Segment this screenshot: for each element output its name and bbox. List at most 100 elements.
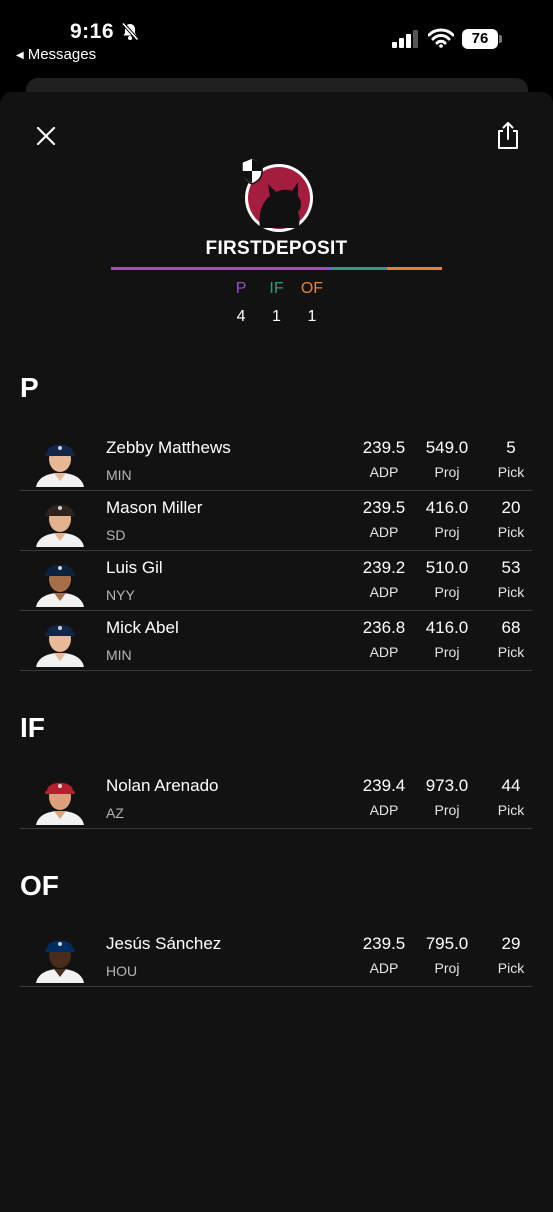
player-team: HOU <box>106 963 138 979</box>
adp-label: ADP <box>369 802 399 818</box>
pick-value: 29 <box>501 934 521 953</box>
proj-label: Proj <box>434 960 460 976</box>
position-label: IF <box>269 280 284 297</box>
position-count: 4 <box>236 308 246 325</box>
adp-label: ADP <box>369 464 399 480</box>
proj-stat: 510.0 Proj <box>416 558 478 600</box>
pick-stat: 20 Pick <box>484 498 538 540</box>
adp-label: ADP <box>369 644 399 660</box>
adp-label: ADP <box>369 584 399 600</box>
player-row[interactable]: Mick Abel MIN 236.8 ADP 416.0 Proj 68 Pick <box>20 610 532 671</box>
proj-label: Proj <box>434 584 460 600</box>
adp-stat: 239.2 ADP <box>354 558 414 600</box>
player-headshot-icon <box>36 564 84 607</box>
pick-label: Pick <box>497 584 525 600</box>
adp-value: 239.5 <box>362 934 406 953</box>
pick-label: Pick <box>497 960 525 976</box>
position-count-if: IF 1 <box>261 280 292 326</box>
cat-silhouette-logo-icon <box>241 157 313 232</box>
proj-value: 795.0 <box>425 934 469 953</box>
proj-value: 510.0 <box>425 558 469 577</box>
pick-value: 20 <box>501 498 521 517</box>
position-counts: P 4 IF 1 OF 1 <box>0 280 553 326</box>
pick-stat: 68 Pick <box>484 618 538 660</box>
player-team: NYY <box>106 587 135 603</box>
proj-stat: 416.0 Proj <box>416 498 478 540</box>
adp-value: 236.8 <box>362 618 406 637</box>
pick-label: Pick <box>497 644 525 660</box>
position-count-p: P 4 <box>226 280 257 326</box>
adp-value: 239.4 <box>362 776 406 795</box>
player-headshot-icon <box>36 444 84 487</box>
pick-stat: 44 Pick <box>484 776 538 818</box>
proj-value: 973.0 <box>425 776 469 795</box>
pick-stat: 29 Pick <box>484 934 538 976</box>
adp-stat: 239.5 ADP <box>354 934 414 976</box>
player-name: Zebby Matthews <box>106 438 231 457</box>
battery-nub <box>499 35 502 43</box>
pick-value: 53 <box>501 558 521 577</box>
adp-value: 239.5 <box>362 498 406 517</box>
position-bar-if-segment <box>331 267 387 270</box>
close-icon[interactable] <box>30 120 62 152</box>
back-to-messages-link[interactable]: ◀ Messages <box>16 46 96 63</box>
player-row[interactable]: Zebby Matthews MIN 239.5 ADP 549.0 Proj 5 Pick <box>20 430 532 491</box>
player-team: MIN <box>106 647 132 663</box>
adp-stat: 239.4 ADP <box>354 776 414 818</box>
player-row[interactable]: Jesús Sánchez HOU 239.5 ADP 795.0 Proj 29 Pick <box>20 926 532 987</box>
section-title-of: OF <box>20 870 59 901</box>
pick-label: Pick <box>497 802 525 818</box>
player-row[interactable]: Mason Miller SD 239.5 ADP 416.0 Proj 20 Pick <box>20 490 532 551</box>
pick-value: 44 <box>501 776 521 795</box>
status-time: 9:16 <box>70 20 115 43</box>
pick-value: 68 <box>501 618 521 637</box>
section-title-if: IF <box>20 712 45 743</box>
player-team: MIN <box>106 467 132 483</box>
proj-stat: 973.0 Proj <box>416 776 478 818</box>
back-label: Messages <box>27 46 97 63</box>
adp-value: 239.2 <box>362 558 406 577</box>
back-arrow-icon: ◀ <box>16 50 24 61</box>
player-name: Jesús Sánchez <box>106 934 222 953</box>
player-team: SD <box>106 527 126 543</box>
proj-label: Proj <box>434 644 460 660</box>
proj-value: 549.0 <box>425 438 469 457</box>
adp-stat: 239.5 ADP <box>354 438 414 480</box>
bell-slash-icon <box>121 22 139 41</box>
adp-label: ADP <box>369 960 399 976</box>
player-headshot-icon <box>36 624 84 667</box>
position-count-of: OF 1 <box>296 280 327 326</box>
player-headshot-icon <box>36 504 84 547</box>
status-bar: 9:16 ◀ Messages 76 <box>0 0 553 70</box>
position-bar-p-segment <box>111 267 332 270</box>
pick-stat: 53 Pick <box>484 558 538 600</box>
team-name: FIRSTDEPOSIT <box>205 238 348 259</box>
proj-stat: 549.0 Proj <box>416 438 478 480</box>
proj-stat: 416.0 Proj <box>416 618 478 660</box>
player-row[interactable]: Luis Gil NYY 239.2 ADP 510.0 Proj 53 Pick <box>20 550 532 611</box>
proj-label: Proj <box>434 524 460 540</box>
pick-label: Pick <box>497 524 525 540</box>
adp-stat: 236.8 ADP <box>354 618 414 660</box>
proj-label: Proj <box>434 464 460 480</box>
proj-value: 416.0 <box>425 498 469 517</box>
pick-label: Pick <box>497 464 525 480</box>
position-distribution-bar <box>111 267 442 270</box>
position-label: OF <box>300 280 324 297</box>
player-name: Mick Abel <box>106 618 179 637</box>
share-icon[interactable] <box>494 120 522 152</box>
adp-value: 239.5 <box>362 438 406 457</box>
adp-label: ADP <box>369 524 399 540</box>
player-name: Luis Gil <box>106 558 163 577</box>
battery-indicator: 76 <box>462 29 498 49</box>
pick-value: 5 <box>506 438 516 457</box>
pick-stat: 5 Pick <box>484 438 538 480</box>
section-title-p: P <box>20 372 39 403</box>
proj-stat: 795.0 Proj <box>416 934 478 976</box>
proj-label: Proj <box>434 802 460 818</box>
player-row[interactable]: Nolan Arenado AZ 239.4 ADP 973.0 Proj 44 Pick <box>20 768 532 829</box>
position-count: 1 <box>307 308 317 325</box>
player-name: Mason Miller <box>106 498 203 517</box>
wifi-icon <box>428 28 454 48</box>
player-headshot-icon <box>36 782 84 825</box>
